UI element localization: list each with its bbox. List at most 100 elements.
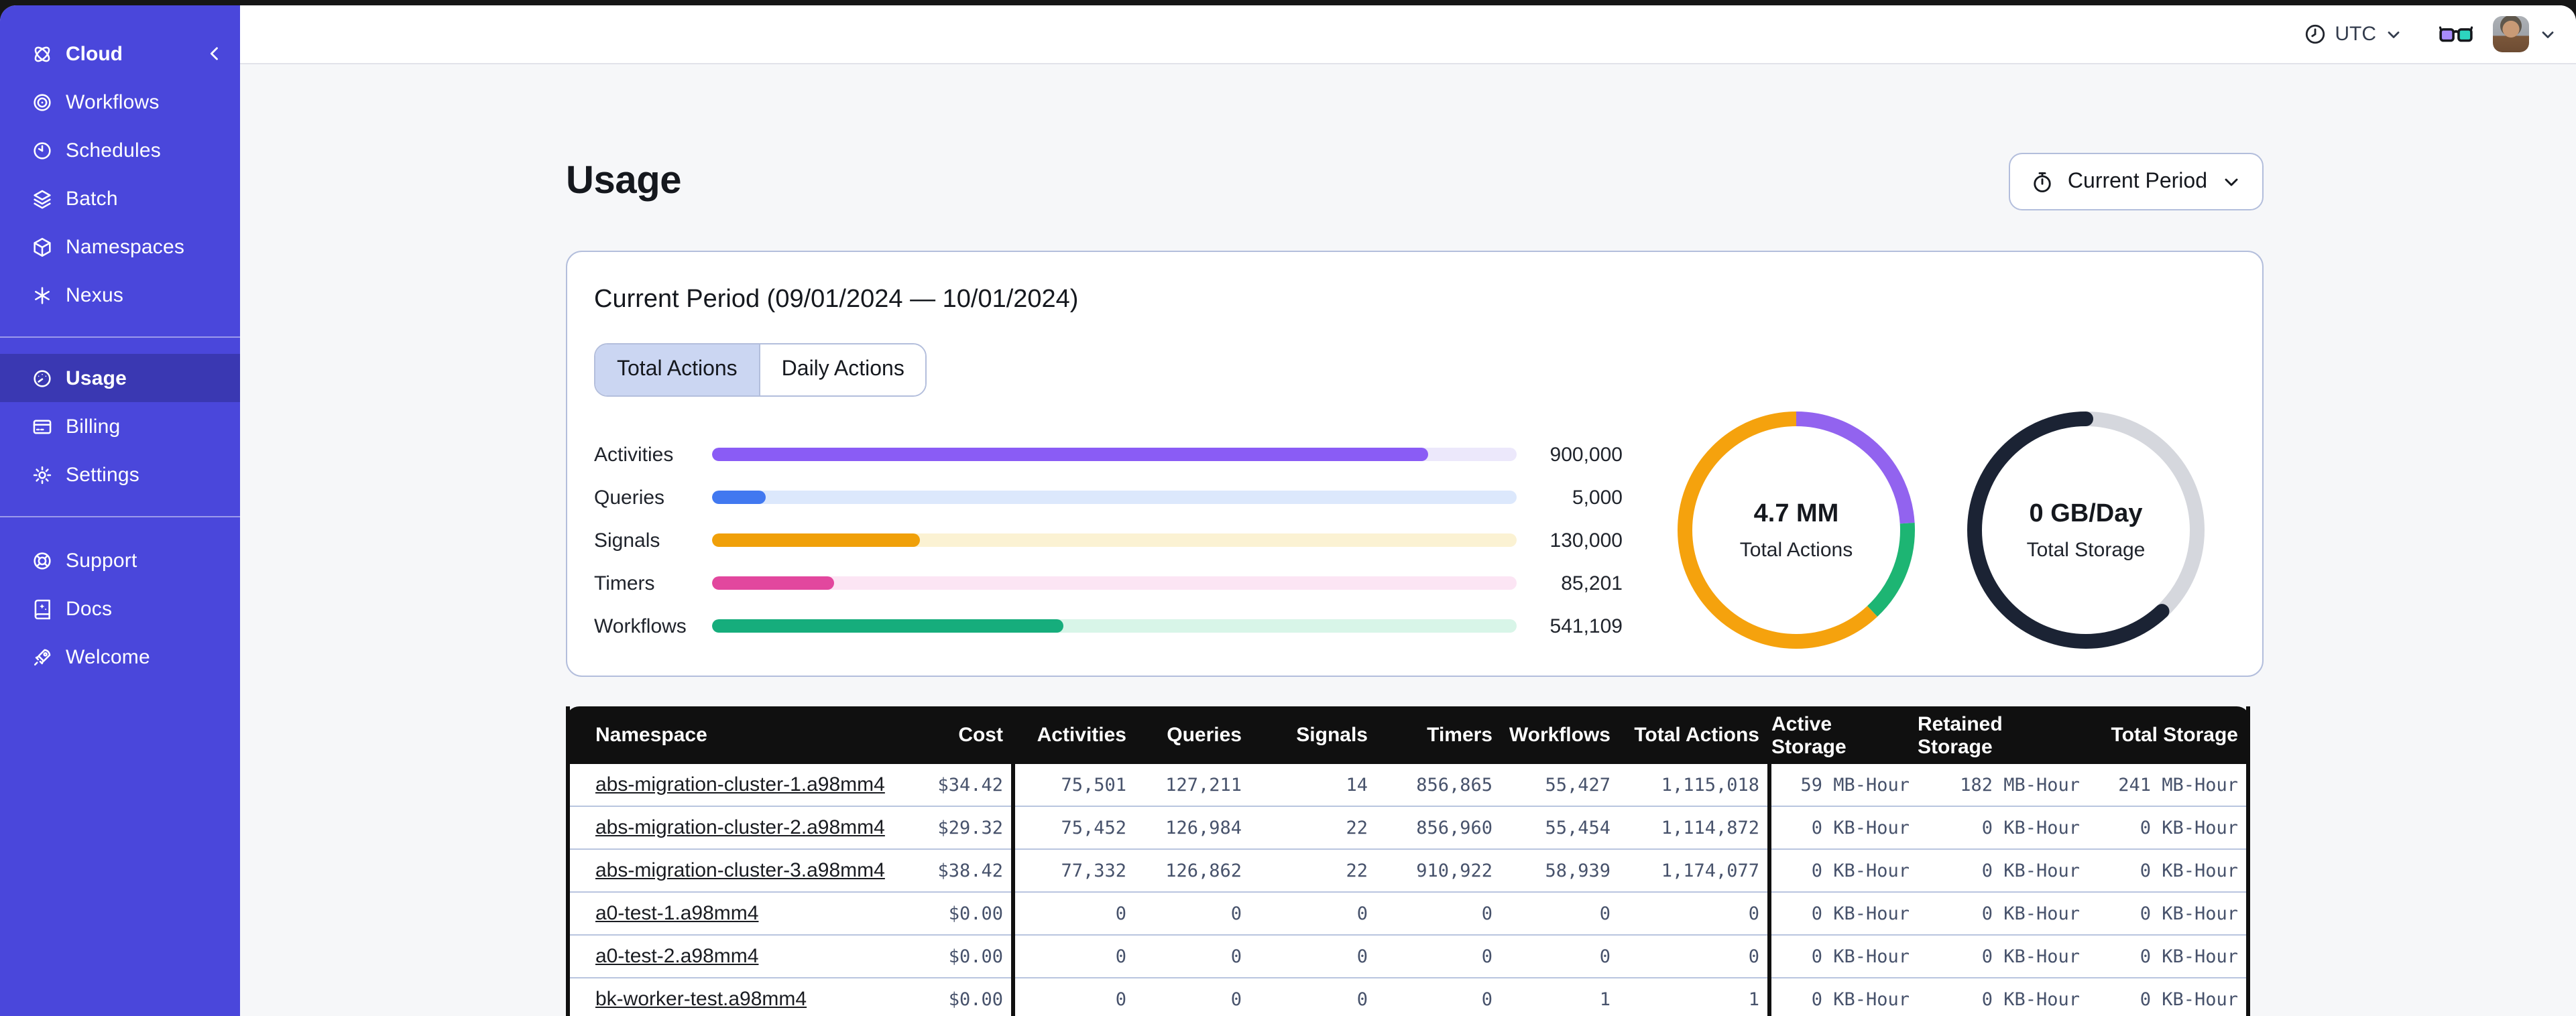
cell-timers: 0 — [1376, 978, 1501, 1016]
timezone-dropdown[interactable]: UTC — [2304, 23, 2403, 46]
sidebar-item-billing[interactable]: Billing — [0, 402, 240, 450]
sidebar-collapse-icon[interactable] — [205, 44, 224, 63]
column-header-active_storage: Active Storage — [1771, 712, 1847, 758]
bar-value: 5,000 — [1572, 486, 1623, 509]
cell-activities: 75,501 — [1015, 764, 1134, 807]
cell-timers: 856,960 — [1376, 807, 1501, 850]
sidebar-item-settings[interactable]: Settings — [0, 450, 240, 499]
bar-fill — [712, 619, 1064, 633]
column-header-signals: Signals — [1296, 724, 1368, 747]
bar-row-queries: Queries 5,000 — [594, 476, 1623, 519]
sidebar-item-batch[interactable]: Batch — [0, 174, 240, 223]
donut-center: 0 GB/Day Total Storage — [1967, 411, 2205, 649]
cell-total_actions: 1,114,872 — [1619, 807, 1767, 850]
namespace-link[interactable]: bk-worker-test.a98mm4 — [595, 988, 807, 1011]
column-header-namespace: Namespace — [595, 724, 707, 747]
nexus-icon — [35, 286, 50, 304]
cell-active_storage: 0 KB-Hour — [1771, 807, 1918, 850]
column-header-timers: Timers — [1427, 724, 1492, 747]
tab-daily-actions[interactable]: Daily Actions — [758, 344, 926, 395]
column-header-workflows: Workflows — [1509, 724, 1611, 747]
page-title: Usage — [566, 160, 682, 202]
cell-activities: 0 — [1015, 936, 1134, 978]
labs-toggle[interactable] — [2439, 23, 2473, 46]
donut-label: Total Actions — [1739, 538, 1853, 561]
donut-label: Total Storage — [2026, 538, 2146, 561]
bar-row-workflows: Workflows 541,109 — [594, 605, 1623, 647]
donut-center: 4.7 MM Total Actions — [1678, 411, 1915, 649]
cell-signals: 0 — [1250, 936, 1376, 978]
sidebar-item-nexus[interactable]: Nexus — [0, 271, 240, 319]
cell-workflows: 0 — [1501, 936, 1619, 978]
workflows-icon — [34, 93, 51, 111]
cell-workflows: 55,427 — [1501, 764, 1619, 807]
cell-total_storage: 0 KB-Hour — [2088, 807, 2246, 850]
actions-tab-group: Total Actions Daily Actions — [594, 343, 927, 397]
sidebar-group-account: Usage Billing Settings — [0, 354, 240, 499]
bar-row-activities: Activities 900,000 — [594, 433, 1623, 476]
cell-signals: 0 — [1250, 978, 1376, 1016]
glasses-icon — [2439, 26, 2473, 42]
sidebar-item-label: Welcome — [66, 645, 150, 668]
cell-retained_storage: 0 KB-Hour — [1918, 807, 2088, 850]
bar-value: 900,000 — [1549, 443, 1623, 466]
top-header: UTC — [240, 5, 2576, 64]
tab-total-actions[interactable]: Total Actions — [595, 344, 759, 395]
bar-label: Workflows — [594, 615, 687, 637]
donut-value: 4.7 MM — [1753, 499, 1839, 527]
cell-workflows: 1 — [1501, 978, 1619, 1016]
bar-value: 130,000 — [1549, 529, 1623, 552]
cell-queries: 0 — [1134, 978, 1250, 1016]
sidebar-item-docs[interactable]: Docs — [0, 584, 240, 633]
period-selector-button[interactable]: Current Period — [2008, 153, 2264, 210]
sidebar-item-namespaces[interactable]: Namespaces — [0, 223, 240, 271]
cell-signals: 22 — [1250, 850, 1376, 893]
cell-total_storage: 0 KB-Hour — [2088, 936, 2246, 978]
table-row: bk-worker-test.a98mm4 $0.00 0 0 0 0 1 1 0 KB-Hou… — [570, 978, 2246, 1016]
temporal-cloud-logo-icon — [34, 46, 50, 62]
cell-active_storage: 0 KB-Hour — [1771, 893, 1918, 936]
table-row: a0-test-1.a98mm4 $0.00 0 0 0 0 0 0 0 KB-Hour 0 KB… — [570, 893, 2246, 936]
cell-signals: 0 — [1250, 893, 1376, 936]
bar-track — [712, 619, 1517, 633]
period-button-label: Current Period — [2067, 170, 2207, 192]
cell-retained_storage: 0 KB-Hour — [1918, 936, 2088, 978]
namespace-link[interactable]: a0-test-2.a98mm4 — [595, 945, 758, 968]
sidebar-item-label: Usage — [66, 367, 127, 389]
cell-total_storage: 0 KB-Hour — [2088, 850, 2246, 893]
table-row: abs-migration-cluster-3.a98mm4 $38.42 77,3… — [570, 850, 2246, 893]
namespace-link[interactable]: a0-test-1.a98mm4 — [595, 902, 758, 925]
namespace-link[interactable]: abs-migration-cluster-3.a98mm4 — [595, 859, 885, 882]
batch-icon — [34, 189, 51, 208]
sidebar-item-workflows[interactable]: Workflows — [0, 78, 240, 126]
sidebar-item-label: Batch — [66, 187, 118, 210]
bar-track — [712, 576, 1517, 590]
cell-active_storage: 0 KB-Hour — [1771, 978, 1918, 1016]
sidebar-item-label: Nexus — [66, 283, 124, 306]
bar-row-timers: Timers 85,201 — [594, 562, 1623, 605]
sidebar-item-welcome[interactable]: Welcome — [0, 633, 240, 681]
sidebar-item-usage[interactable]: Usage — [0, 354, 240, 402]
table-row: abs-migration-cluster-2.a98mm4 $29.32 75,4… — [570, 807, 2246, 850]
user-avatar[interactable] — [2493, 16, 2529, 52]
action-bars-chart: Activities 900,000 Queries 5,000 Signals 130,… — [594, 433, 1623, 647]
cell-retained_storage: 0 KB-Hour — [1918, 978, 2088, 1016]
table-row: a0-test-2.a98mm4 $0.00 0 0 0 0 0 0 0 KB-Hour 0 KB… — [570, 936, 2246, 978]
bar-value: 541,109 — [1549, 615, 1623, 637]
cell-timers: 910,922 — [1376, 850, 1501, 893]
sidebar-logo-row[interactable]: Cloud — [31, 39, 224, 68]
stopwatch-icon — [2034, 172, 2051, 192]
sidebar-item-schedules[interactable]: Schedules — [0, 126, 240, 174]
namespace-link[interactable]: abs-migration-cluster-1.a98mm4 — [595, 773, 885, 796]
cell-total_storage: 0 KB-Hour — [2088, 893, 2246, 936]
sidebar-group-main: Workflows Schedules Batch Namespaces Nex… — [0, 78, 240, 319]
account-menu-toggle[interactable] — [2538, 25, 2557, 44]
namespace-link[interactable]: abs-migration-cluster-2.a98mm4 — [595, 816, 885, 839]
sidebar-item-support[interactable]: Support — [0, 536, 240, 584]
chevron-down-icon — [2388, 31, 2400, 38]
cell-queries: 127,211 — [1134, 764, 1250, 807]
bar-label: Queries — [594, 486, 665, 509]
sidebar-logo-label: Cloud — [66, 42, 123, 65]
column-header-retained_storage: Retained Storage — [1918, 712, 2003, 758]
sidebar-group-help: Support Docs Welcome — [0, 536, 240, 681]
